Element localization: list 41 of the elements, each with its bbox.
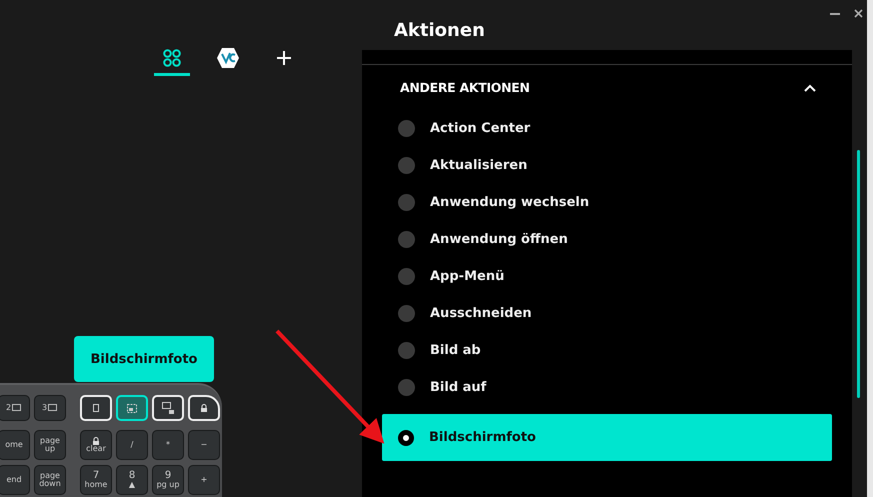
keyboard-key: page down bbox=[34, 465, 66, 495]
action-item[interactable]: Anwendung öffnen bbox=[362, 221, 852, 258]
scrollbar[interactable] bbox=[857, 150, 860, 398]
lock-key[interactable] bbox=[188, 395, 220, 421]
doc-key[interactable] bbox=[80, 395, 112, 421]
keyboard-key: − bbox=[188, 430, 220, 460]
function-key: 2 bbox=[0, 395, 30, 421]
section-header[interactable]: ANDERE AKTIONEN bbox=[362, 65, 852, 110]
screenshot-icon bbox=[127, 404, 137, 412]
action-item[interactable]: Aktualisieren bbox=[362, 147, 852, 184]
panel-title: Aktionen bbox=[394, 20, 486, 43]
keyboard-key: + bbox=[188, 465, 220, 495]
action-item[interactable]: Action Center bbox=[362, 110, 852, 147]
app-logo-icon bbox=[216, 46, 240, 68]
document-icon bbox=[93, 404, 99, 412]
keyboard-key: end bbox=[0, 465, 30, 495]
action-item[interactable]: Bild ab bbox=[362, 332, 852, 369]
keyboard-key: 9 pg up bbox=[152, 465, 184, 495]
plus-icon bbox=[276, 50, 292, 66]
keyboard-key: 8 ▲ bbox=[116, 465, 148, 495]
screenshot-key[interactable] bbox=[116, 395, 148, 421]
action-item[interactable]: Bild auf bbox=[362, 369, 852, 406]
keyboard-key: page up bbox=[34, 430, 66, 460]
devices-icon bbox=[163, 48, 181, 66]
function-key: 3 bbox=[34, 395, 66, 421]
action-item[interactable]: Bildschirmfoto bbox=[382, 414, 832, 461]
action-item[interactable]: Ausschneiden bbox=[362, 295, 852, 332]
keyboard-key: * bbox=[152, 430, 184, 460]
close-icon[interactable] bbox=[854, 9, 863, 18]
screenlock-key[interactable] bbox=[152, 395, 184, 421]
action-item[interactable]: Anwendung wechseln bbox=[362, 184, 852, 221]
monitor-icon bbox=[12, 404, 22, 412]
keyboard-key: clear bbox=[80, 430, 112, 460]
monitor-icon bbox=[48, 404, 58, 412]
tooltip: Bildschirmfoto bbox=[74, 336, 214, 382]
action-item[interactable]: App-Menü bbox=[362, 258, 852, 295]
keyboard-key: ome bbox=[0, 430, 30, 460]
keyboard-key: / bbox=[116, 430, 148, 460]
screen-lock-icon bbox=[162, 402, 174, 414]
keyboard-key: 7 home bbox=[80, 465, 112, 495]
lock-icon bbox=[200, 404, 208, 412]
